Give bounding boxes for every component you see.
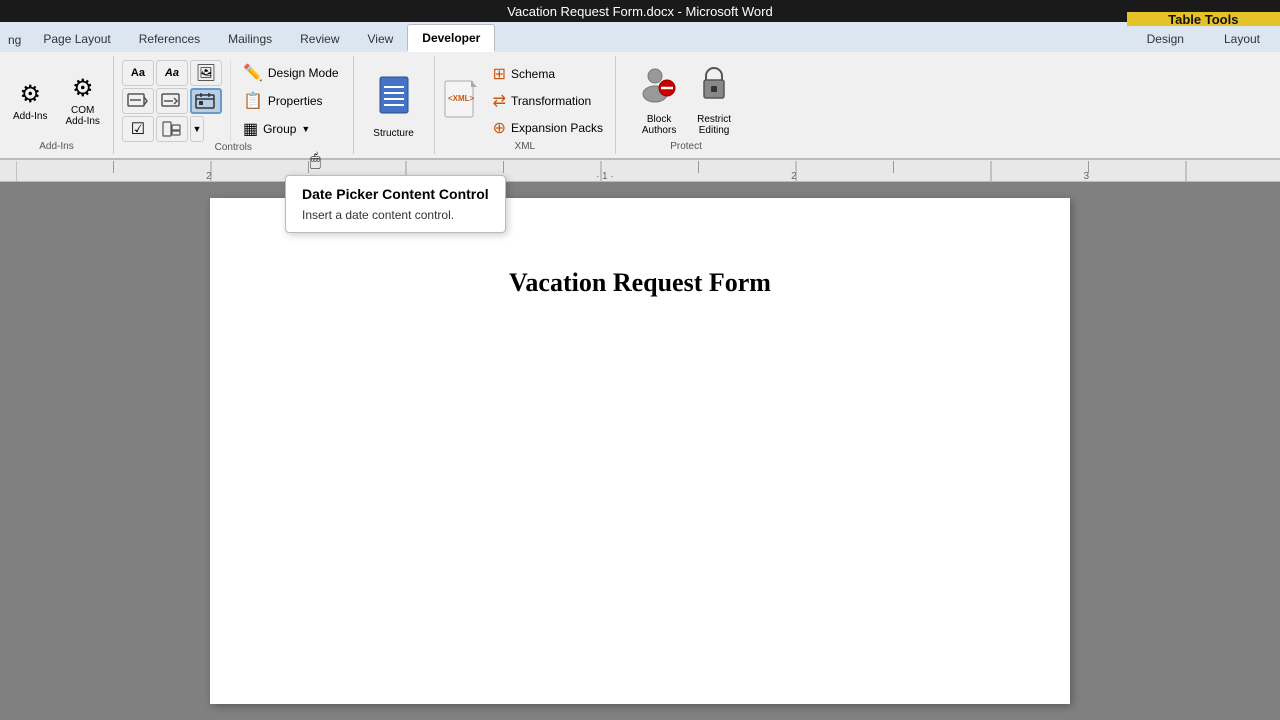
tab-mailings[interactable]: Mailings [214,26,286,52]
xml-group: <XML> ⊞ Schema ⇄ Transformation ⊕ Expans… [435,56,616,154]
tab-review[interactable]: Review [286,26,353,52]
transformation-icon: ⇄ [493,91,506,111]
date-picker-control-btn[interactable] [190,88,222,114]
properties-button[interactable]: 📋 Properties [237,88,345,114]
expansion-packs-icon: ⊕ [493,118,506,138]
group-dropdown-icon: ▼ [301,124,310,134]
structure-icon [372,73,416,126]
combo-box-control-btn[interactable] [122,88,154,114]
group-label: Group [263,122,296,136]
com-addins-button[interactable]: ⚙ COM Add-Ins [60,71,104,130]
design-mode-label: Design Mode [268,66,339,80]
addins-group: ⚙ Add-Ins ⚙ COM Add-Ins Add-Ins [0,56,114,154]
table-tools-header: Table Tools [1127,12,1280,26]
schema-label: Schema [511,67,555,81]
tab-references[interactable]: References [125,26,214,52]
structure-group: Structure [354,56,435,154]
protect-group-label: Protect [670,141,702,152]
addins-label: Add-Ins [13,111,47,122]
block-authors-button[interactable]: Block Authors [635,62,683,140]
gears-icon: ⚙ [19,80,41,109]
properties-label: Properties [268,94,323,108]
dropdown-list-control-btn[interactable] [156,88,188,114]
transformation-button[interactable]: ⇄ Transformation [489,88,607,114]
schema-icon: ⊞ [493,64,506,84]
com-addins-label: COM Add-Ins [65,105,99,127]
tooltip-title: Date Picker Content Control [302,186,489,202]
picture-control-btn[interactable]: 🖼 [190,60,222,86]
structure-button[interactable]: Structure [364,69,424,143]
xml-group-label: XML [443,141,607,152]
design-mode-button[interactable]: ✏️ Design Mode [237,60,345,86]
addins-group-label: Add-Ins [39,141,73,152]
protect-group: Block Authors Restrict Editing Protect [616,56,756,154]
structure-label: Structure [373,128,414,139]
tab-layout[interactable]: Layout [1204,26,1280,52]
addins-button[interactable]: ⚙ Add-Ins [8,77,52,125]
legacy-tools-btn[interactable] [156,116,188,142]
tab-page-layout[interactable]: Page Layout [29,26,124,52]
com-addins-icon: ⚙ [72,74,94,103]
tab-view[interactable]: View [354,26,408,52]
block-authors-icon [641,66,677,111]
legacy-tools-dropdown-btn[interactable]: ▼ [190,116,204,142]
tooltip-box: Date Picker Content Control Insert a dat… [285,175,506,233]
block-authors-label: Block Authors [642,114,676,136]
rich-text-control-btn[interactable]: Aa [122,60,154,86]
document-page: Vacation Request Form [210,198,1070,704]
properties-icon: 📋 [243,91,263,111]
svg-text:3: 3 [1084,170,1090,180]
group-icon: ▦ [243,119,258,139]
svg-text:2: 2 [791,170,796,180]
svg-text:2: 2 [206,170,211,180]
svg-text:· 1 ·: · 1 · [596,170,613,180]
title-bar-text: Vacation Request Form.docx - Microsoft W… [507,4,772,19]
document-area: Vacation Request Form [0,182,1280,720]
schema-button[interactable]: ⊞ Schema [489,61,607,87]
controls-group: Aa Aa 🖼 [114,56,354,154]
group-button[interactable]: ▦ Group ▼ [237,116,345,142]
tab-developer[interactable]: Developer [407,24,495,52]
plain-text-control-btn[interactable]: Aa [156,60,188,86]
partial-ng-text: ng [0,28,29,52]
ruler: 2 · 1 · 2 3 [0,160,1280,182]
expansion-packs-button[interactable]: ⊕ Expansion Packs [489,115,607,141]
design-mode-icon: ✏️ [243,63,263,83]
restrict-editing-button[interactable]: Restrict Editing [691,62,737,140]
controls-group-label: Controls [215,142,252,153]
transformation-label: Transformation [511,94,591,108]
svg-text:<XML>: <XML> [448,94,475,103]
restrict-editing-label: Restrict Editing [697,114,731,136]
checkbox-control-btn[interactable]: ☑ [122,116,154,142]
expansion-packs-label: Expansion Packs [511,121,603,135]
tab-design[interactable]: Design [1127,26,1204,52]
tooltip-body: Insert a date content control. [302,208,489,222]
document-title: Vacation Request Form [290,268,990,298]
restrict-editing-icon [698,66,730,111]
